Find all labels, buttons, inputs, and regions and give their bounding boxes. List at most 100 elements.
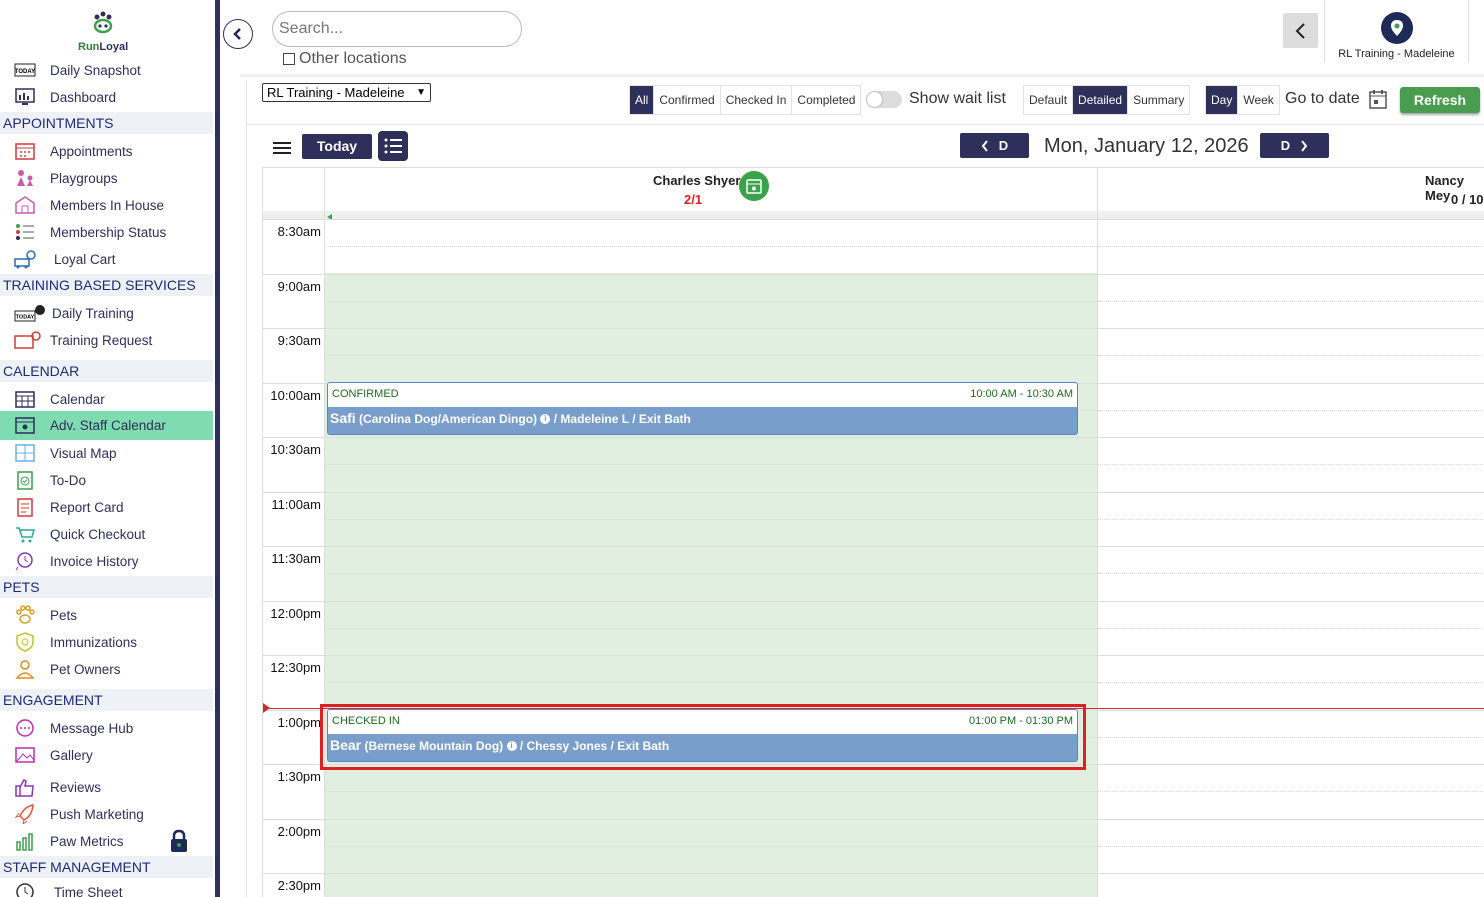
sidebar-item-time-sheet[interactable]: Time Sheet [0,879,213,897]
toggle-knob [867,92,882,107]
sidebar-item-label: Paw Metrics [50,833,124,849]
sidebar-item-members-in-house[interactable]: Members In House [0,192,213,218]
checkbox-box[interactable] [283,53,295,65]
filter-completed[interactable]: Completed [792,86,860,114]
hamburger-menu-icon[interactable] [273,140,291,156]
sidebar-item-training-request[interactable]: Training Request [0,327,213,353]
view-detailed[interactable]: Detailed [1073,86,1129,114]
sidebar-item-pets[interactable]: Pets [0,602,213,628]
sidebar-item-label: Members In House [50,197,165,213]
sidebar-item-report-card[interactable]: Report Card [0,494,213,520]
sidebar-item-quick-checkout[interactable]: Quick Checkout [0,521,213,547]
availability-block[interactable] [325,273,1098,897]
location-switcher[interactable]: RL Training - Madeleine [1324,0,1469,62]
svg-text:TODAY: TODAY [16,315,35,321]
sidebar-item-visual-map[interactable]: Visual Map [0,440,213,466]
bar-chart-icon [16,833,33,851]
range-day[interactable]: Day [1206,86,1239,114]
sidebar-item-calendar[interactable]: Calendar [0,386,213,412]
sidebar: RunLoyal TODAY Daily Snapshot Dashboard … [0,0,215,897]
staff-name-charles[interactable]: Charles Shyer [653,173,740,188]
time-label: 11:30am [271,551,321,566]
sidebar-item-label: Playgroups [50,170,118,186]
next-day-label: D [1280,138,1291,153]
appointment-details: / Madeleine L / Exit Bath [553,412,691,426]
svg-text:TODAY: TODAY [15,69,35,75]
date-picker-icon[interactable] [1369,89,1387,109]
appointment-card[interactable]: CONFIRMED 10:00 AM - 10:30 AM Safi (Caro… [327,382,1078,435]
search-input[interactable] [272,11,522,47]
view-default[interactable]: Default [1024,86,1074,114]
wait-list-toggle[interactable] [866,91,902,108]
appointment-status: CONFIRMED [332,388,399,400]
prev-day-button[interactable]: D [960,133,1029,158]
runloyal-logo[interactable]: RunLoyal [78,10,128,53]
info-icon[interactable]: i [540,414,551,424]
wait-list-label: Show wait list [909,90,1006,107]
slot-line [263,655,1484,656]
sidebar-item-label: Reviews [50,779,102,795]
sidebar-item-invoice-history[interactable]: Invoice History [0,548,213,574]
filter-checked-in[interactable]: Checked In [721,86,793,114]
sidebar-item-playgroups[interactable]: Playgroups [0,165,213,191]
sidebar-item-immunizations[interactable]: Immunizations [0,629,213,655]
go-to-date-label[interactable]: Go to date [1285,90,1360,108]
sidebar-item-gallery[interactable]: Gallery [0,742,213,768]
sidebar-item-dashboard[interactable]: Dashboard [0,84,213,110]
sidebar-item-message-hub[interactable]: Message Hub [0,715,213,741]
back-button[interactable] [1283,13,1318,48]
section-calendar: CALENDAR [0,360,213,382]
time-label: 9:00am [277,278,321,294]
prev-day-label: D [998,138,1009,153]
slot-line [263,600,1484,602]
sidebar-item-label: Loyal Cart [54,251,116,267]
range-week[interactable]: Week [1238,86,1278,114]
cart-icon [14,250,36,269]
sidebar-item-daily-snapshot[interactable]: TODAY Daily Snapshot [0,57,213,83]
pet-breed: (Carolina Dog/American Dingo) [359,412,538,426]
time-label: 10:00am [270,387,321,403]
panel-border [246,80,247,897]
sidebar-item-push-marketing[interactable]: Push Marketing [0,801,213,827]
location-select-value: RL Training - Madeleine [267,85,405,100]
appointment-time: 10:00 AM - 10:30 AM [970,388,1073,400]
training-request-icon [14,331,41,349]
slot-line [263,328,1484,329]
person-icon [15,660,35,679]
view-summary[interactable]: Summary [1128,86,1189,114]
sidebar-item-pet-owners[interactable]: Pet Owners [0,656,213,682]
next-day-button[interactable]: D [1260,133,1329,158]
sidebar-item-to-do[interactable]: To-Do [0,467,213,493]
time-label: 12:30pm [270,660,321,675]
shield-icon [16,632,34,652]
all-day-row [263,211,1484,219]
pet-name[interactable]: Safi [330,410,356,426]
current-time-marker [263,703,270,713]
location-select[interactable]: RL Training - Madeleine ▼ [262,83,431,102]
sidebar-item-appointments[interactable]: Appointments [0,138,213,164]
other-locations-checkbox[interactable]: Other locations [283,50,407,68]
house-icon [15,196,35,214]
time-label: 11:00am [271,496,321,512]
section-engagement: ENGAGEMENT [0,689,213,711]
filter-all[interactable]: All [630,86,655,114]
sidebar-item-adv-staff-calendar[interactable]: Adv. Staff Calendar [0,411,213,440]
sidebar-item-membership-status[interactable]: Membership Status [0,219,213,245]
appointment-body: Safi (Carolina Dog/American Dingo) i / M… [328,407,1077,426]
sidebar-item-label: Appointments [50,143,133,159]
sidebar-item-loyal-cart[interactable]: Loyal Cart [0,246,213,272]
sidebar-item-paw-metrics[interactable]: Paw Metrics [0,828,213,854]
today-button[interactable]: Today [302,134,372,159]
dashboard-icon [15,88,35,105]
list-view-button[interactable] [378,131,408,161]
half-slot-line [324,682,1484,684]
sidebar-item-reviews[interactable]: Reviews [0,774,213,800]
collapse-sidebar-button[interactable] [223,19,253,49]
sidebar-item-daily-training[interactable]: TODAY Daily Training [0,300,213,326]
thumbs-up-icon [15,779,34,797]
half-slot-line [324,791,1484,793]
filter-confirmed[interactable]: Confirmed [654,86,721,114]
refresh-button[interactable]: Refresh [1400,87,1480,113]
range-mode-group: Day Week [1205,85,1280,115]
staff-schedule-icon[interactable] [739,171,769,201]
